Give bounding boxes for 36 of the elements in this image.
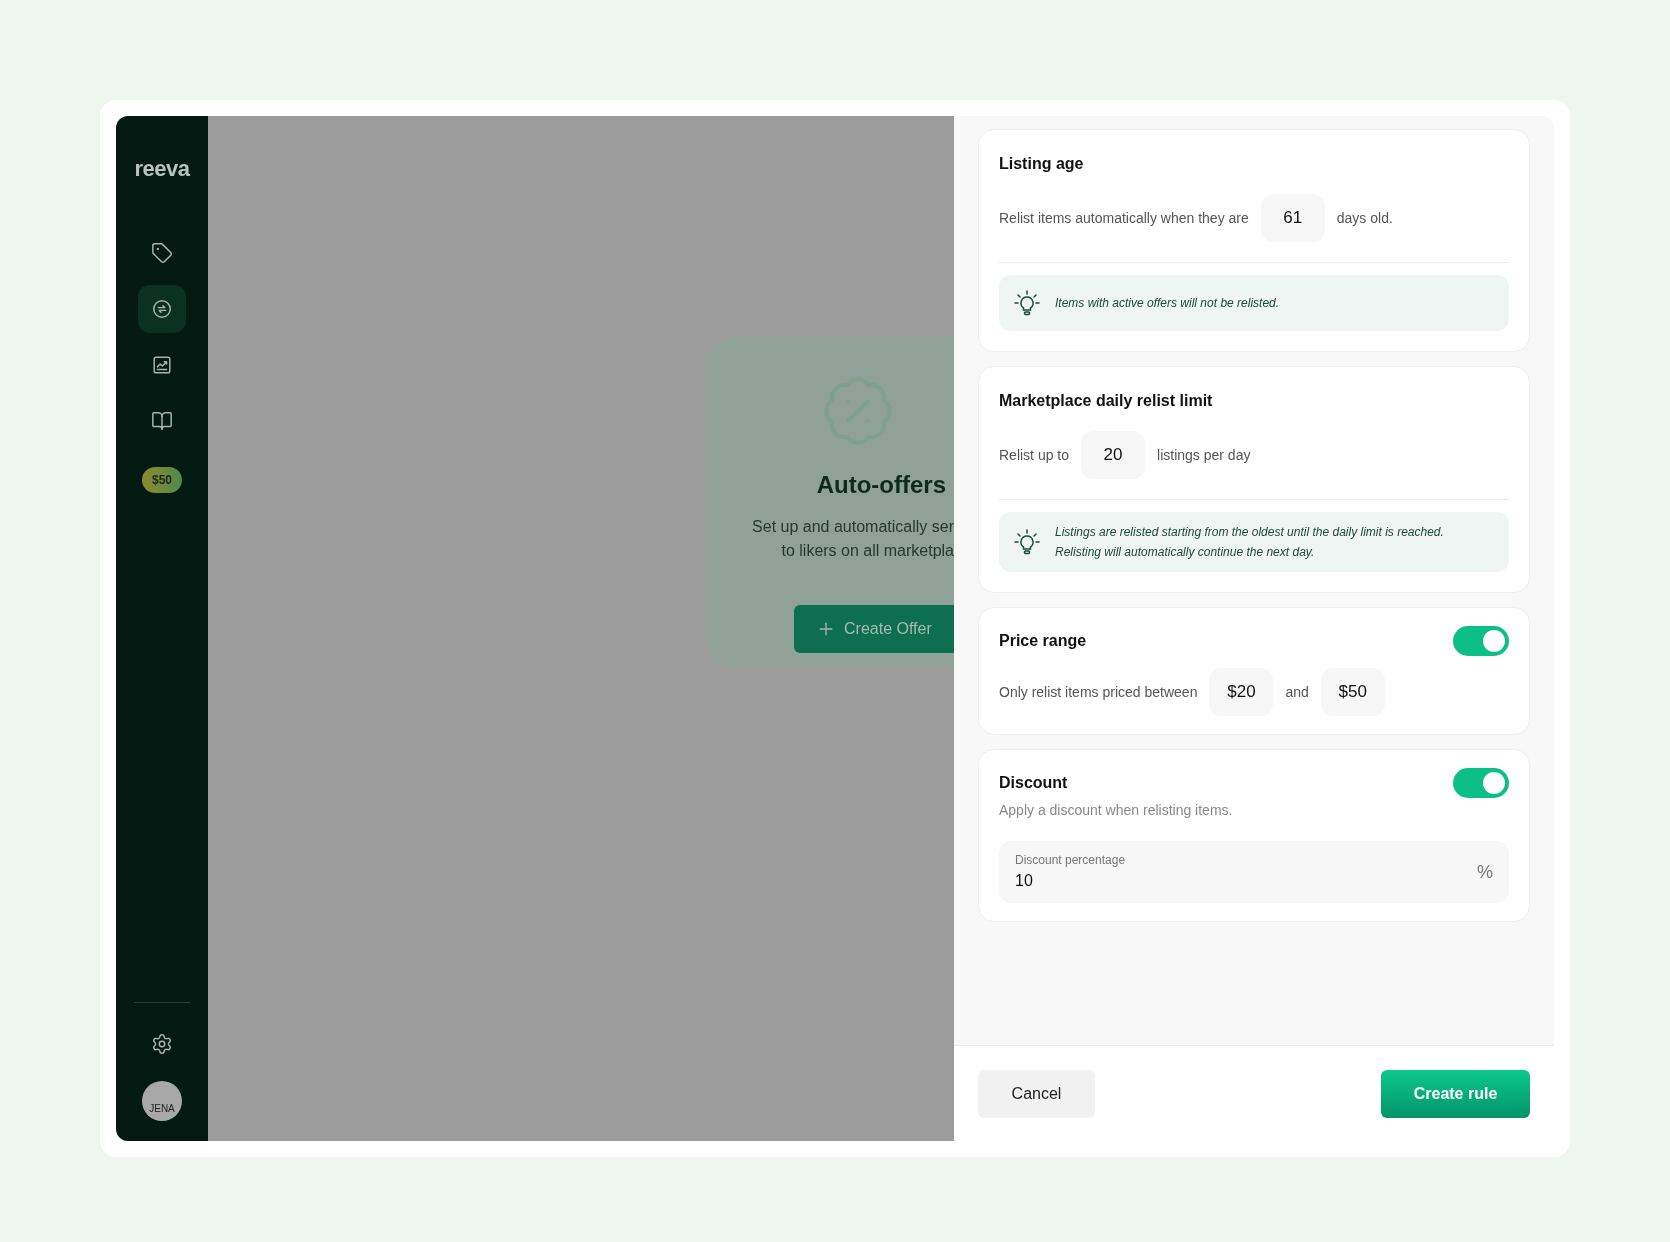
number-input[interactable]: 20 [1081, 431, 1146, 479]
toggle-switch[interactable] [1453, 768, 1509, 798]
book-icon [151, 410, 173, 432]
credit-badge[interactable]: $50 [142, 467, 182, 493]
lightbulb-icon [1013, 289, 1041, 317]
tip-text: Listings are relisted starting from the oldest until the daily limit is reached. [1055, 524, 1444, 540]
empty-state-text: Set up and automatically ser [752, 517, 954, 537]
toggle-switch[interactable] [1453, 626, 1509, 656]
empty-state-text: to likers on all marketpla [781, 541, 954, 561]
number-input[interactable]: $20 [1209, 668, 1274, 716]
label-text: Relist up to [999, 445, 1070, 465]
tip-text: Items with active offers will not be relisted. [1055, 295, 1280, 311]
label-text: listings per day [1157, 445, 1251, 465]
circular-arrows-icon [151, 298, 173, 320]
settings-icon[interactable] [151, 1033, 173, 1055]
empty-state-title: Auto-offers [816, 470, 946, 500]
section-title: Discount [999, 773, 1068, 793]
label-text: Relist items automatically when they are [999, 208, 1249, 228]
section-description: Apply a discount when relisting items. [999, 801, 1234, 820]
label-text: days old. [1336, 208, 1393, 228]
section-title: Listing age [999, 154, 1085, 174]
tip-text: Relisting will automatically continue the next day. [1055, 544, 1316, 560]
label-text: Only relist items priced between [999, 682, 1198, 702]
label-text: and [1285, 682, 1309, 702]
percentage-field[interactable]: Discount percentage 10 % [999, 841, 1509, 903]
user-avatar[interactable]: JENA [142, 1081, 182, 1121]
section-title: Marketplace daily relist limit [999, 391, 1214, 411]
nav-item[interactable] [138, 285, 186, 333]
lightbulb-icon [1013, 528, 1041, 556]
chart-icon [151, 354, 173, 376]
tag-icon [151, 242, 173, 264]
section-title: Price range [999, 631, 1087, 651]
cancel-button[interactable]: Cancel [978, 1069, 1095, 1118]
logo: reeva [134, 155, 190, 183]
number-input[interactable]: $50 [1320, 668, 1385, 716]
number-input[interactable]: 61 [1260, 194, 1325, 242]
